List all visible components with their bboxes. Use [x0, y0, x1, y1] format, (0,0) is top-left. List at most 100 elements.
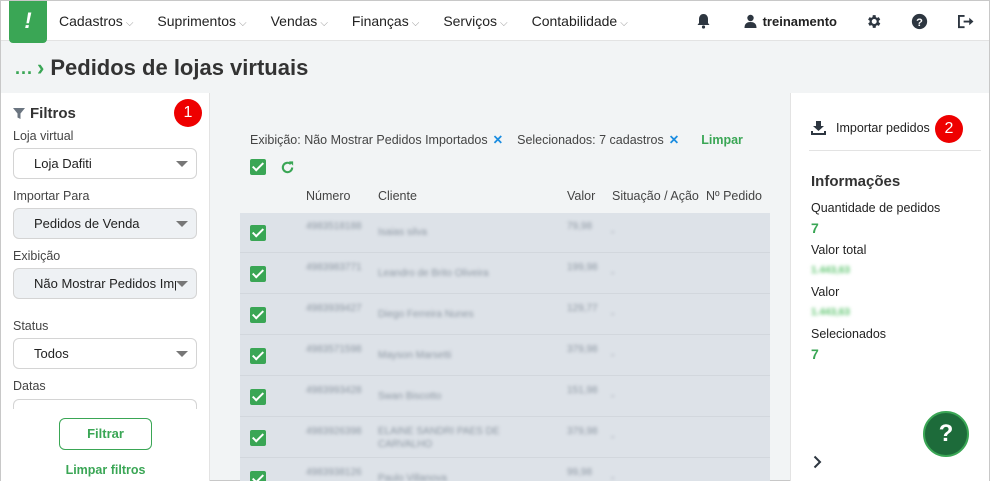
- info-title: Informações: [811, 173, 901, 190]
- menu-financas[interactable]: Finanças ⌵: [352, 1, 419, 41]
- status-select[interactable]: Todos: [13, 338, 197, 369]
- cell-situacao: -: [611, 268, 615, 279]
- step-badge-1: 1: [174, 99, 202, 127]
- download-icon: [811, 121, 826, 135]
- loja-select[interactable]: Loja Dafiti: [13, 148, 197, 179]
- select-all-checkbox[interactable]: [250, 159, 266, 175]
- table-row[interactable]: 4983938126 Paulo Villanova 99,98 -: [240, 459, 770, 481]
- app-logo[interactable]: !: [9, 1, 47, 43]
- user-icon: [744, 14, 757, 28]
- cell-numero: 4983938126: [306, 467, 362, 478]
- importar-para-label: Importar Para: [13, 189, 90, 203]
- selecionados-label: Selecionados: [811, 327, 887, 341]
- cell-numero: 4983983771: [306, 262, 362, 273]
- importar-pedidos-button[interactable]: Importar pedidos: [811, 121, 930, 135]
- chevron-right-icon: ›: [37, 55, 45, 80]
- filters-title: Filtros: [13, 105, 76, 122]
- info-panel: Importar pedidos 2 Informações Quantidad…: [790, 93, 989, 481]
- cell-valor: 129,77: [567, 303, 598, 314]
- cell-numero: 4983518188: [306, 221, 362, 232]
- chevron-right-icon[interactable]: [813, 455, 822, 469]
- limpar-link[interactable]: Limpar: [701, 133, 743, 147]
- col-numero[interactable]: Número: [306, 189, 350, 203]
- table-header: Número Cliente Valor Situação / Ação Nº …: [240, 187, 770, 209]
- chevron-down-icon: ⌵: [411, 18, 420, 29]
- top-right-actions: treinamento ?: [668, 1, 975, 41]
- breadcrumb[interactable]: ...: [15, 58, 33, 79]
- table-row[interactable]: 4983518188 Isaias silva 79,98 -: [240, 213, 770, 253]
- user-menu[interactable]: treinamento: [744, 14, 837, 29]
- close-icon[interactable]: ✕: [669, 132, 679, 147]
- row-checkbox[interactable]: [250, 430, 266, 446]
- chevron-down-icon: ⌵: [500, 18, 508, 29]
- menu-vendas[interactable]: Vendas ⌵: [271, 1, 328, 41]
- valor-total-label: Valor total: [811, 243, 867, 257]
- cell-valor: 151,98: [567, 385, 598, 396]
- top-navbar: ! Cadastros ⌵ Suprimentos ⌵ Vendas ⌵ Finanç…: [1, 1, 989, 43]
- active-filter-chips: Exibição: Não Mostrar Pedidos Importados…: [250, 132, 743, 148]
- cell-cliente: Swan Biscotto: [378, 391, 442, 402]
- table-row[interactable]: 4983983771 Leandro de Brito Oliveira 199…: [240, 254, 770, 294]
- exibicao-select[interactable]: Não Mostrar Pedidos Importados: [13, 268, 197, 299]
- col-cliente[interactable]: Cliente: [378, 189, 417, 203]
- cell-valor: 379,98: [567, 344, 598, 355]
- col-num-pedido[interactable]: Nº Pedido: [706, 189, 762, 203]
- chip-selecionados: Selecionados: 7 cadastros: [517, 132, 664, 147]
- cell-cliente: Leandro de Brito Oliveira: [378, 268, 489, 279]
- caret-down-icon: [176, 281, 188, 287]
- chevron-down-icon: ⌵: [620, 18, 628, 29]
- importar-para-select[interactable]: Pedidos de Venda: [13, 208, 197, 239]
- cell-situacao: -: [611, 432, 615, 443]
- row-checkbox[interactable]: [250, 266, 266, 282]
- chevron-down-icon: ⌵: [239, 18, 247, 29]
- cell-cliente: ELAINE SANDRI PAES DE CARVALHO: [378, 426, 500, 450]
- filtrar-button[interactable]: Filtrar: [59, 418, 152, 450]
- divider: [809, 150, 981, 151]
- chevron-down-icon: ⌵: [125, 18, 134, 29]
- table-row[interactable]: 4983939427 Diego Ferreira Nunes 129,77 -: [240, 295, 770, 335]
- row-checkbox[interactable]: [250, 225, 266, 241]
- valor-total-value: 1.443,63: [811, 265, 850, 276]
- caret-down-icon: [176, 221, 188, 227]
- cell-numero: 4983939427: [306, 303, 362, 314]
- logout-icon[interactable]: [955, 11, 975, 31]
- cell-valor: 379,98: [567, 426, 598, 437]
- menu-suprimentos[interactable]: Suprimentos ⌵: [157, 1, 246, 41]
- cell-numero: 4983993428: [306, 385, 362, 396]
- page-title-text: Pedidos de lojas virtuais: [50, 55, 309, 80]
- menu-contabilidade[interactable]: Contabilidade ⌵: [532, 1, 628, 41]
- menu-cadastros[interactable]: Cadastros ⌵: [59, 1, 133, 41]
- row-checkbox[interactable]: [250, 307, 266, 323]
- row-checkbox[interactable]: [250, 389, 266, 405]
- valor-label: Valor: [811, 285, 840, 299]
- filters-panel: Filtros 1 Loja virtual Loja Dafiti Impor…: [1, 93, 210, 481]
- qtd-pedidos-value: 7: [811, 220, 819, 236]
- bell-icon[interactable]: [694, 11, 714, 31]
- table-row[interactable]: 4983926398 ELAINE SANDRI PAES DE CARVALH…: [240, 418, 770, 458]
- funnel-icon: [13, 107, 25, 119]
- table-row[interactable]: 4983993428 Swan Biscotto 151,98 -: [240, 377, 770, 417]
- limpar-filtros-link[interactable]: Limpar filtros: [1, 463, 210, 477]
- menu-servicos[interactable]: Serviços ⌵: [443, 1, 507, 41]
- cell-numero: 4983571598: [306, 344, 362, 355]
- cell-cliente: Mayson Marsetti: [378, 350, 452, 361]
- caret-down-icon: [176, 161, 188, 167]
- row-checkbox[interactable]: [250, 471, 266, 481]
- main-menu: Cadastros ⌵ Suprimentos ⌵ Vendas ⌵ Finanças…: [59, 1, 652, 41]
- gear-icon[interactable]: [863, 11, 883, 31]
- datas-input[interactable]: [13, 399, 197, 409]
- col-valor[interactable]: Valor: [567, 189, 595, 203]
- table-body: 4983518188 Isaias silva 79,98 - 49839837…: [240, 213, 770, 481]
- row-checkbox[interactable]: [250, 348, 266, 364]
- refresh-icon[interactable]: [280, 160, 295, 175]
- chevron-down-icon: ⌵: [320, 18, 328, 29]
- cell-valor: 99,98: [567, 467, 593, 478]
- selecionados-value: 7: [811, 346, 819, 362]
- col-situacao[interactable]: Situação / Ação: [612, 189, 699, 203]
- qtd-pedidos-label: Quantidade de pedidos: [811, 201, 941, 215]
- close-icon[interactable]: ✕: [493, 132, 503, 147]
- help-circle-icon[interactable]: ?: [909, 11, 929, 31]
- table-row[interactable]: 4983571598 Mayson Marsetti 379,98 -: [240, 336, 770, 376]
- exibicao-label: Exibição: [13, 249, 61, 263]
- help-fab-button[interactable]: ?: [923, 411, 969, 457]
